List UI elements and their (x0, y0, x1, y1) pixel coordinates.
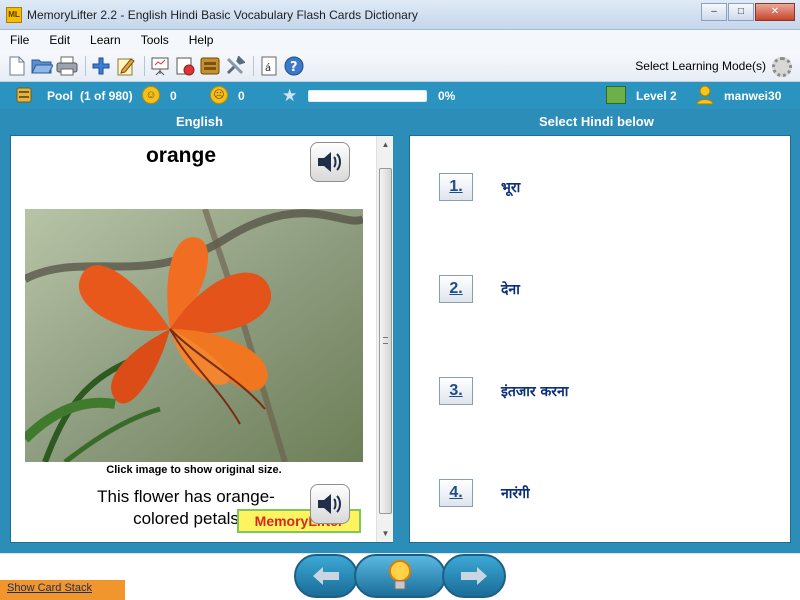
help-icon[interactable]: ? (283, 55, 305, 77)
app-logo-icon: ML (6, 7, 22, 23)
window-controls: – □ ✕ (700, 3, 795, 21)
pool-count: (1 of 980) (80, 89, 133, 103)
scroll-grip-icon (383, 337, 388, 344)
answer-number-button[interactable]: 2. (439, 275, 473, 303)
show-card-stack-link[interactable]: Show Card Stack (7, 582, 92, 594)
level-label: Level 2 (636, 89, 677, 103)
answer-text[interactable]: इंतजार करना (501, 382, 568, 401)
answer-text[interactable]: देना (501, 280, 520, 299)
menu-file[interactable]: File (0, 33, 39, 47)
close-button[interactable]: ✕ (755, 3, 795, 21)
learning-area: English Select Hindi below orange Click … (0, 109, 800, 553)
status-bar: Pool (1 of 980) ☺ 0 ☹ 0 ★ 0% Level 2 man… (0, 82, 800, 109)
progress-bar (308, 90, 427, 102)
learning-mode-label[interactable]: Select Learning Mode(s) (635, 59, 766, 73)
hint-button[interactable] (354, 554, 446, 598)
add-icon[interactable] (90, 55, 112, 77)
answer-instruction-header: Select Hindi below (539, 114, 654, 129)
title-bar: ML MemoryLifter 2.2 - English Hindi Basi… (0, 0, 800, 30)
answer-panel: 1. भूरा 2. देना 3. इंतजार करना 4. नारंगी (409, 135, 791, 543)
card-image[interactable] (25, 209, 363, 462)
play-sentence-audio-button[interactable] (310, 484, 350, 524)
answer-number-button[interactable]: 1. (439, 173, 473, 201)
scroll-thumb[interactable] (379, 168, 392, 514)
gear-icon[interactable] (772, 57, 792, 77)
question-panel: orange Click image to show original size… (10, 135, 393, 543)
progress-percent: 0% (438, 89, 456, 103)
toolbar-separator (85, 56, 86, 76)
pool-label: Pool (47, 89, 73, 103)
answer-number-button[interactable]: 3. (439, 377, 473, 405)
lightbulb-icon (389, 560, 411, 590)
statistics-icon[interactable] (174, 55, 196, 77)
user-icon (696, 85, 714, 105)
question-word: orange (145, 144, 216, 167)
pool-icon (16, 87, 32, 103)
answer-choice[interactable]: 4. नारंगी (439, 479, 530, 507)
back-arrow-icon (313, 567, 339, 585)
svg-text:?: ? (290, 60, 298, 75)
menu-edit[interactable]: Edit (39, 33, 80, 47)
menu-help[interactable]: Help (179, 33, 224, 47)
new-icon[interactable] (6, 55, 28, 77)
star-icon: ★ (282, 86, 298, 105)
minimize-button[interactable]: – (701, 3, 727, 21)
answer-text[interactable]: नारंगी (501, 484, 530, 503)
next-button[interactable] (442, 554, 506, 598)
maximize-button[interactable]: □ (728, 3, 754, 21)
toolbar: á ? Select Learning Mode(s) (0, 50, 800, 82)
answer-text[interactable]: भूरा (501, 178, 520, 197)
wrong-count: 0 (238, 89, 245, 103)
toolbar-separator (144, 56, 145, 76)
level-icon (606, 86, 626, 104)
forward-arrow-icon (461, 567, 487, 585)
correct-count: 0 (170, 89, 177, 103)
question-scrollbar[interactable]: ▲ ▼ (376, 136, 393, 542)
wrong-smiley-icon: ☹ (210, 86, 228, 104)
open-icon[interactable] (31, 55, 53, 77)
answer-choice[interactable]: 1. भूरा (439, 173, 520, 201)
print-icon[interactable] (56, 55, 78, 77)
character-icon[interactable]: á (258, 55, 280, 77)
play-word-audio-button[interactable] (310, 142, 350, 182)
menu-bar: File Edit Learn Tools Help (0, 30, 800, 50)
show-card-stack-tab[interactable]: Show Card Stack (0, 580, 125, 600)
speaker-icon (318, 494, 341, 514)
answer-number-button[interactable]: 4. (439, 479, 473, 507)
scroll-down-arrow-icon[interactable]: ▼ (377, 525, 394, 542)
correct-smiley-icon: ☺ (142, 86, 160, 104)
answer-choice[interactable]: 2. देना (439, 275, 520, 303)
edit-icon[interactable] (115, 55, 137, 77)
image-caption: Click image to show original size. (106, 464, 282, 476)
menu-tools[interactable]: Tools (131, 33, 179, 47)
presentation-icon[interactable] (149, 55, 171, 77)
svg-text:á: á (265, 62, 271, 74)
username: manwei30 (724, 89, 782, 103)
toolbar-separator (253, 56, 254, 76)
question-language-header: English (176, 114, 223, 129)
answer-choice[interactable]: 3. इंतजार करना (439, 377, 568, 405)
speaker-icon (318, 152, 341, 172)
window-title: MemoryLifter 2.2 - English Hindi Basic V… (27, 8, 418, 22)
scroll-up-arrow-icon[interactable]: ▲ (377, 136, 394, 153)
menu-learn[interactable]: Learn (80, 33, 131, 47)
settings-icon[interactable] (224, 55, 246, 77)
previous-button[interactable] (294, 554, 358, 598)
card-box-icon[interactable] (199, 55, 221, 77)
